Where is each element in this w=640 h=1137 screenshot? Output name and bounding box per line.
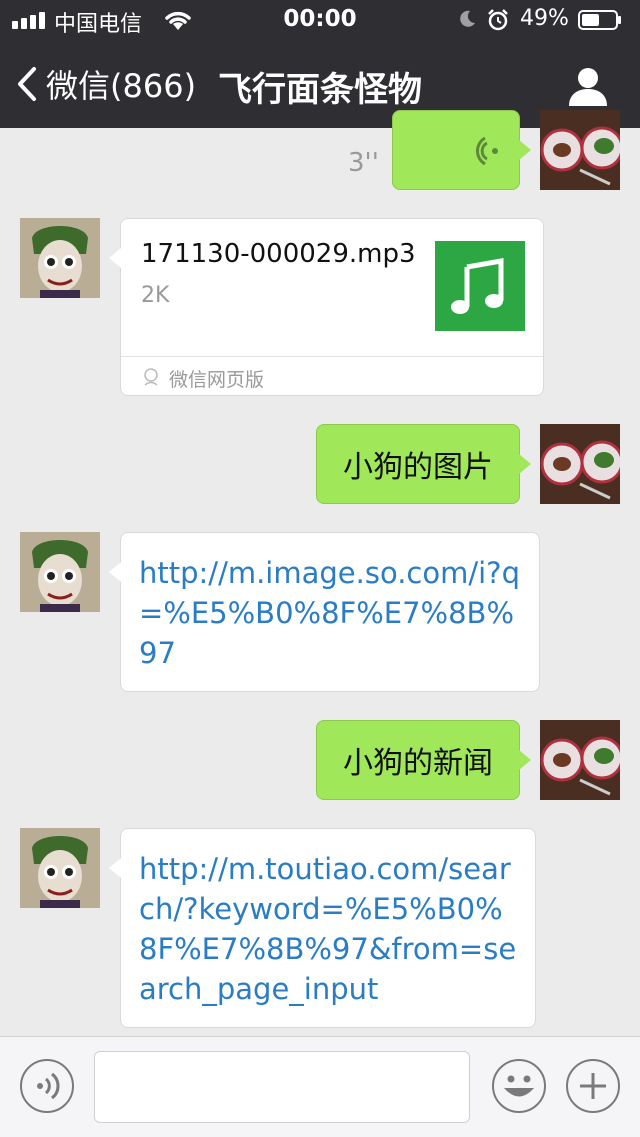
message-link[interactable]: http://m.image.so.com/i?q=%E5%B0%8F%E7%8… xyxy=(139,556,520,670)
music-file-thumbnail xyxy=(435,241,525,331)
back-label: 微信(866) xyxy=(46,67,197,105)
status-bar: 中国电信 00:00 49% xyxy=(0,0,640,40)
moon-icon xyxy=(460,10,475,27)
voice-duration: 3'' xyxy=(348,148,379,178)
top-bar: 中国电信 00:00 49% 微信(866) 飞行面条怪物 xyxy=(0,0,640,128)
back-chevron-icon xyxy=(18,67,36,101)
voice-message-bubble[interactable] xyxy=(392,110,520,190)
my-avatar[interactable] xyxy=(540,110,620,190)
message-input[interactable] xyxy=(94,1051,470,1123)
text-message-bubble[interactable]: 小狗的图片 xyxy=(316,424,520,504)
divider xyxy=(121,356,543,357)
back-button[interactable]: 微信(866) xyxy=(14,64,197,105)
bubble-tail xyxy=(109,562,121,582)
message-text: 小狗的新闻 xyxy=(343,746,493,781)
wechat-web-icon xyxy=(144,368,158,386)
message-text: 小狗的图片 xyxy=(343,450,493,485)
emoji-icon xyxy=(504,1075,534,1097)
voice-mode-icon xyxy=(37,1072,60,1100)
bubble-tail xyxy=(519,750,531,770)
music-note-icon xyxy=(451,258,504,314)
voice-mode-button[interactable] xyxy=(20,1059,74,1113)
voice-wave-icon xyxy=(475,136,498,166)
emoji-button[interactable] xyxy=(492,1059,546,1113)
my-avatar[interactable] xyxy=(540,720,620,800)
alarm-icon xyxy=(488,9,508,31)
file-message-card[interactable]: 171130-000029.mp3 2K 微信网页版 xyxy=(120,218,544,396)
message-link[interactable]: http://m.toutiao.com/search/?keyword=%E5… xyxy=(139,852,516,1006)
bubble-tail xyxy=(519,140,531,160)
battery-percent: 49% xyxy=(520,6,569,31)
link-message-bubble: http://m.toutiao.com/search/?keyword=%E5… xyxy=(120,828,536,1028)
plus-button[interactable] xyxy=(566,1059,620,1113)
bubble-tail xyxy=(519,454,531,474)
contact-avatar[interactable] xyxy=(20,532,100,612)
contact-avatar[interactable] xyxy=(20,828,100,908)
link-message-bubble: http://m.image.so.com/i?q=%E5%B0%8F%E7%8… xyxy=(120,532,540,692)
plus-icon xyxy=(580,1073,606,1099)
file-size: 2K xyxy=(141,283,170,308)
file-name: 171130-000029.mp3 xyxy=(141,239,416,269)
bubble-tail xyxy=(109,858,121,878)
my-avatar[interactable] xyxy=(540,424,620,504)
battery-icon xyxy=(578,10,621,30)
profile-icon[interactable] xyxy=(566,64,610,108)
text-message-bubble[interactable]: 小狗的新闻 xyxy=(316,720,520,800)
bubble-tail xyxy=(109,248,121,268)
chat-input-bar xyxy=(0,1036,640,1137)
contact-avatar[interactable] xyxy=(20,218,100,298)
file-source-label: 微信网页版 xyxy=(169,369,265,391)
